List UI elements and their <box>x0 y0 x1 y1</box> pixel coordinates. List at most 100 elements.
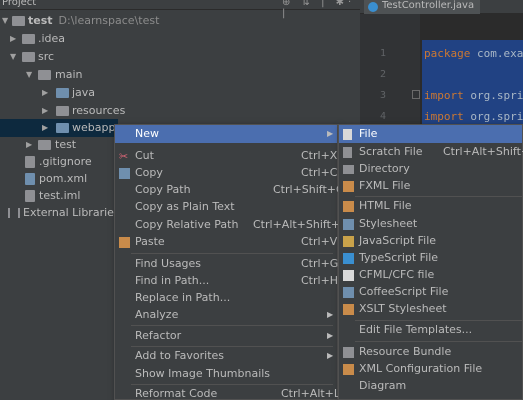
folder-icon <box>22 52 35 62</box>
tab-label: TestController.java <box>382 0 475 11</box>
xml-file-icon <box>343 364 354 375</box>
submenu-item-resource-bundle[interactable]: Resource Bundle <box>339 343 522 361</box>
submenu-item-cfml-file[interactable]: CFML/CFC file <box>339 266 522 284</box>
xslt-file-icon <box>343 304 354 315</box>
menu-item-analyze[interactable]: Analyze ▶ <box>115 306 337 324</box>
scissors-icon: ✂ <box>119 150 129 163</box>
menu-item-copy-path[interactable]: Copy Path Ctrl+Shift+C <box>115 181 344 199</box>
chevron-right-icon: ▶ <box>327 129 334 138</box>
expand-arrow-icon[interactable]: ▶ <box>26 136 36 154</box>
expand-arrow-icon[interactable]: ▶ <box>42 84 52 102</box>
tree-item-pom[interactable]: pom.xml <box>0 170 116 188</box>
chevron-right-icon: ▶ <box>327 310 334 319</box>
project-panel-header: Project ⊕ ⇅ | ✱· | <box>0 0 360 19</box>
tree-item-label: main <box>55 68 83 81</box>
tree-item-iml[interactable]: test.iml <box>0 187 116 205</box>
tree-item-src[interactable]: ▼ src <box>0 48 360 66</box>
menu-item-new[interactable]: New ▶ <box>115 125 337 143</box>
module-file-icon <box>25 190 35 202</box>
tree-item-label: resources <box>72 104 126 117</box>
tree-item-webapp[interactable]: ▶ webapp <box>0 119 118 137</box>
context-menu: New ▶ ✂ Cut Ctrl+X Copy Ctrl+C Copy Path… <box>114 124 348 400</box>
libraries-icon <box>8 208 20 218</box>
menu-item-copy-plain-text[interactable]: Copy as Plain Text <box>115 198 337 216</box>
tree-item-gitignore[interactable]: .gitignore <box>0 153 116 171</box>
source-folder-icon <box>56 88 69 98</box>
fxml-file-icon <box>343 181 354 192</box>
expand-arrow-icon[interactable]: ▶ <box>10 30 20 48</box>
new-submenu: File Scratch File Ctrl+Alt+Shift+Ins Dir… <box>338 124 523 400</box>
stylesheet-icon <box>343 219 354 230</box>
menu-separator <box>131 253 333 254</box>
folder-icon <box>22 34 35 44</box>
java-class-icon <box>368 2 378 12</box>
tree-item-external-libraries[interactable]: External Libraries <box>0 204 120 222</box>
menu-item-paste[interactable]: Paste Ctrl+V <box>115 233 337 251</box>
file-icon <box>343 129 352 140</box>
module-path: D:\learnspace\test <box>58 14 160 27</box>
folder-icon <box>38 140 51 150</box>
submenu-item-diagram[interactable]: Diagram <box>339 377 522 395</box>
module-folder-icon <box>12 16 25 26</box>
collapse-arrow-icon[interactable]: ▼ <box>2 12 12 30</box>
maven-icon <box>25 173 35 185</box>
submenu-item-scratch-file[interactable]: Scratch File Ctrl+Alt+Shift+Ins <box>339 143 523 161</box>
line-number: 4 <box>379 111 386 122</box>
submenu-item-html-file[interactable]: HTML File <box>339 197 522 215</box>
resources-folder-icon <box>56 106 69 116</box>
submenu-item-file[interactable]: File <box>339 125 522 143</box>
menu-item-cut[interactable]: ✂ Cut Ctrl+X <box>115 147 337 165</box>
tree-item-label: .gitignore <box>39 155 92 168</box>
submenu-item-typescript-file[interactable]: TypeScript File <box>339 249 522 267</box>
line-number: 2 <box>379 69 386 80</box>
tab-test-controller[interactable]: TestController.java <box>364 0 481 14</box>
collapse-arrow-icon[interactable]: ▼ <box>10 48 20 66</box>
tree-item-label: External Libraries <box>23 206 120 219</box>
chevron-right-icon: ▶ <box>327 331 334 340</box>
tree-item-test-root[interactable]: ▼ test D:\learnspace\test <box>0 12 360 30</box>
tree-item-resources[interactable]: ▶ resources <box>0 102 360 120</box>
menu-item-refactor[interactable]: Refactor ▶ <box>115 327 337 345</box>
menu-item-add-to-favorites[interactable]: Add to Favorites ▶ <box>115 347 337 365</box>
cfml-file-icon <box>343 270 354 281</box>
tree-item-main[interactable]: ▼ main <box>0 66 360 84</box>
code-line: import org.spri <box>424 110 523 123</box>
line-number: 1 <box>379 48 386 59</box>
code-line: import org.spri <box>424 89 523 102</box>
submenu-item-directory[interactable]: Directory <box>339 160 522 178</box>
typescript-file-icon <box>343 253 354 264</box>
menu-item-copy-relative-path[interactable]: Copy Relative Path Ctrl+Alt+Shift+C <box>115 216 348 234</box>
expand-arrow-icon[interactable]: ▶ <box>42 102 52 120</box>
menu-separator <box>355 341 522 342</box>
submenu-item-xml-configuration-file[interactable]: XML Configuration File <box>339 360 522 378</box>
tree-item-label: test.iml <box>39 189 81 202</box>
menu-item-find-in-path[interactable]: Find in Path... Ctrl+H <box>115 272 338 290</box>
tree-item-label: pom.xml <box>39 172 88 185</box>
project-panel-title[interactable]: Project <box>2 0 36 8</box>
submenu-item-javascript-file[interactable]: JavaScript File <box>339 232 522 250</box>
collapse-arrow-icon[interactable]: ▼ <box>26 66 36 84</box>
resource-bundle-icon <box>343 347 354 358</box>
tree-item-idea[interactable]: ▶ .idea <box>0 30 360 48</box>
submenu-item-coffeescript-file[interactable]: CoffeeScript File <box>339 283 522 301</box>
menu-item-replace-in-path[interactable]: Replace in Path... <box>115 289 337 307</box>
folder-icon <box>38 70 51 80</box>
menu-item-reformat-code[interactable]: Reformat Code Ctrl+Alt+L <box>115 385 340 400</box>
code-line: package com.exa <box>424 47 523 60</box>
submenu-item-edit-file-templates[interactable]: Edit File Templates... <box>339 321 522 339</box>
expand-arrow-icon[interactable]: ▶ <box>42 119 52 137</box>
tree-item-test[interactable]: ▶ test <box>0 136 116 154</box>
scratch-file-icon <box>343 147 352 158</box>
menu-item-find-usages[interactable]: Find Usages Ctrl+G <box>115 255 338 273</box>
tree-item-label: .idea <box>38 32 66 45</box>
fold-marker-icon[interactable] <box>412 90 420 99</box>
submenu-item-xslt-stylesheet[interactable]: XSLT Stylesheet <box>339 300 522 318</box>
copy-icon <box>119 168 130 179</box>
menu-item-show-image-thumbnails[interactable]: Show Image Thumbnails <box>115 365 337 383</box>
submenu-item-fxml-file[interactable]: FXML File <box>339 177 522 195</box>
tree-item-java[interactable]: ▶ java <box>0 84 360 102</box>
submenu-item-stylesheet[interactable]: Stylesheet <box>339 215 522 233</box>
editor-tab-bar: TestController.java <box>360 0 523 14</box>
folder-icon <box>343 165 354 174</box>
menu-item-copy[interactable]: Copy Ctrl+C <box>115 164 337 182</box>
